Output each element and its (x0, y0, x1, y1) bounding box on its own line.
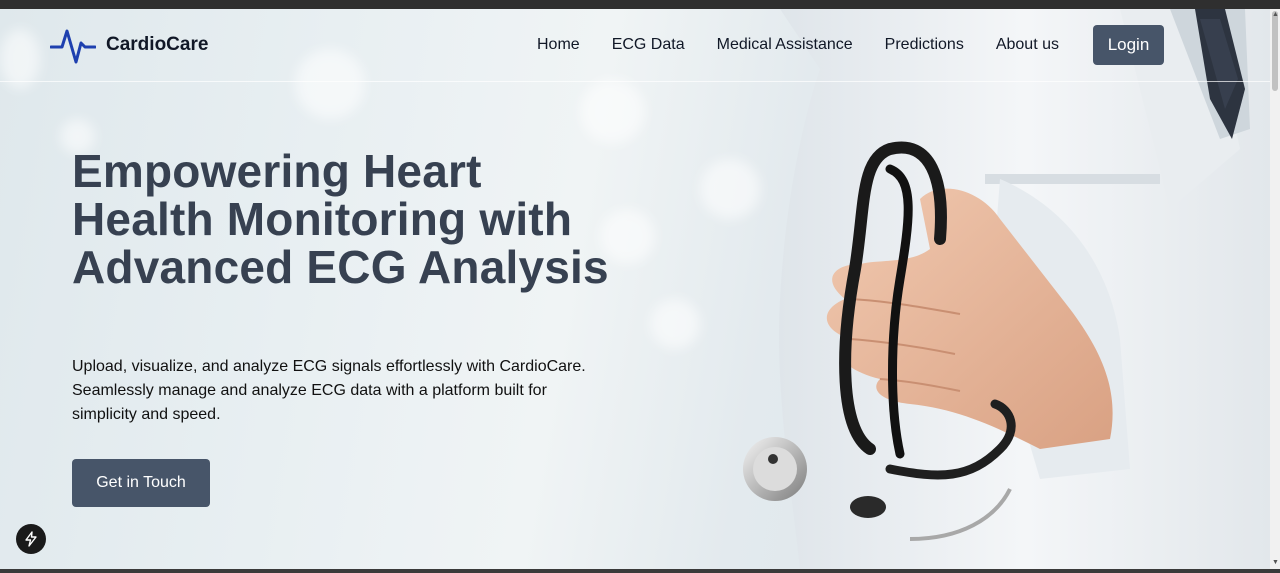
nav-link-ecg-data[interactable]: ECG Data (612, 36, 685, 54)
nav-link-home[interactable]: Home (537, 36, 580, 54)
nav-link-about-us[interactable]: About us (996, 36, 1059, 54)
brand-name: CardioCare (106, 34, 209, 55)
lightning-bolt-icon (25, 531, 37, 547)
browser-bottom-strip (0, 569, 1280, 573)
page-scrollbar[interactable] (1270, 9, 1280, 569)
login-button[interactable]: Login (1093, 25, 1164, 65)
hero-description: Upload, visualize, and analyze ECG signa… (72, 358, 586, 423)
heartbeat-pulse-icon (50, 29, 96, 64)
main-navigation: Home ECG Data Medical Assistance Predict… (537, 36, 1059, 54)
scroll-down-arrow-icon[interactable]: ▼ (1272, 559, 1279, 566)
nav-link-medical-assistance[interactable]: Medical Assistance (717, 36, 853, 54)
scrollbar-thumb[interactable] (1272, 11, 1278, 91)
background-bokeh (580, 79, 645, 144)
doctor-with-stethoscope-photo (743, 9, 1270, 569)
browser-top-strip (0, 0, 1280, 9)
top-navbar: CardioCare Home ECG Data Medical Assista… (0, 9, 1270, 82)
scroll-up-arrow-icon[interactable]: ▲ (1272, 11, 1279, 18)
hero-title: Empowering Heart Health Monitoring with … (72, 145, 609, 293)
background-bokeh (650, 299, 700, 349)
get-in-touch-button[interactable]: Get in Touch (72, 459, 210, 507)
floating-action-button[interactable] (16, 524, 46, 554)
nav-link-predictions[interactable]: Predictions (885, 36, 964, 54)
page-viewport: CardioCare Home ECG Data Medical Assista… (0, 9, 1270, 569)
brand-logo[interactable]: CardioCare (50, 25, 208, 65)
